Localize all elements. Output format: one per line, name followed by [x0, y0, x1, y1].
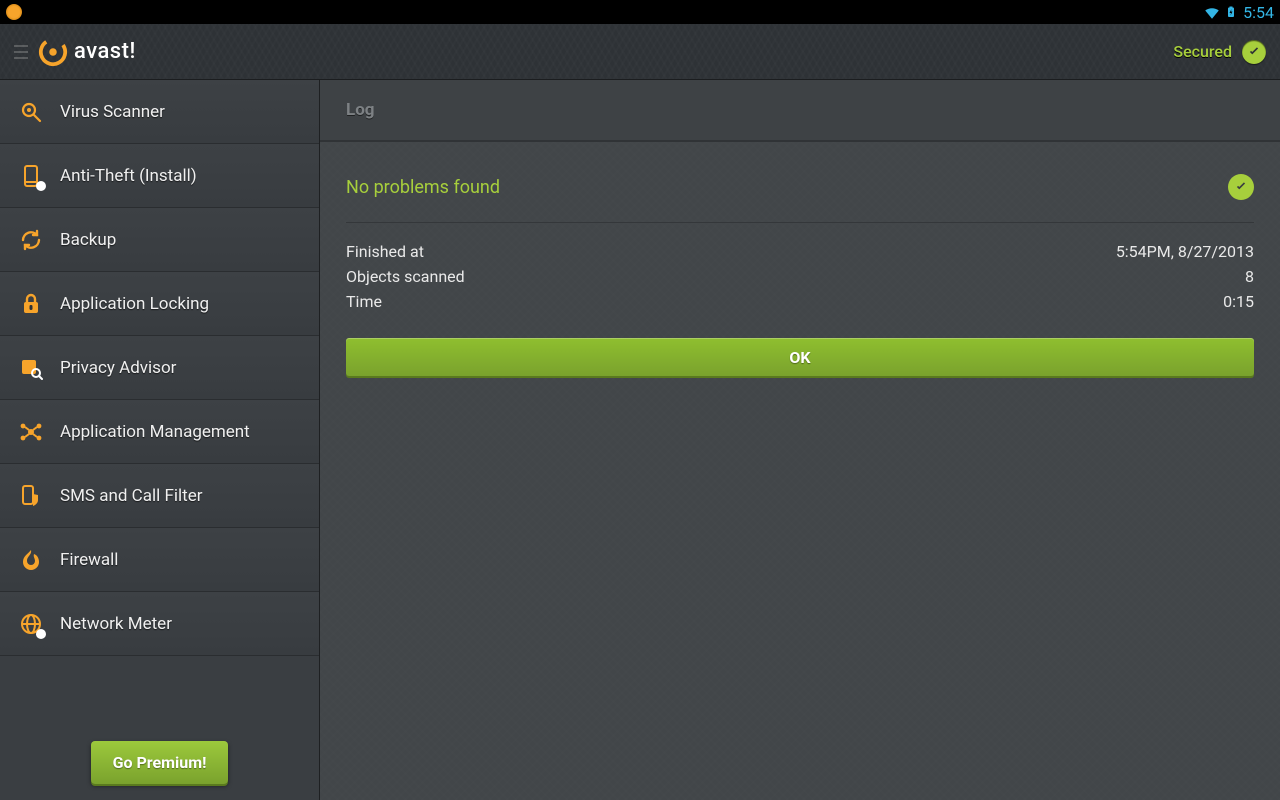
sidebar-item-label: Network Meter: [60, 614, 172, 634]
brand-text: avast!: [74, 39, 136, 64]
sidebar-item-privacy-advisor[interactable]: Privacy Advisor: [0, 336, 319, 400]
detail-objects: Objects scanned 8: [346, 264, 1254, 289]
detail-value: 5:54PM, 8/27/2013: [1116, 242, 1254, 261]
sidebar-item-virus-scanner[interactable]: Virus Scanner: [0, 80, 319, 144]
flame-icon: [18, 547, 44, 573]
brand[interactable]: avast!: [38, 37, 136, 67]
sidebar-item-anti-theft[interactable]: Anti-Theft (Install): [0, 144, 319, 208]
secured-check-icon: [1242, 40, 1266, 64]
sidebar-item-label: Backup: [60, 230, 116, 250]
globe-icon: [18, 611, 44, 637]
sidebar-item-app-locking[interactable]: Application Locking: [0, 272, 319, 336]
avast-notification-icon: [6, 4, 22, 20]
avast-logo-icon: [38, 37, 68, 67]
detail-label: Finished at: [346, 242, 424, 261]
scan-result-row: No problems found: [346, 162, 1254, 223]
phone-shield-icon: [18, 483, 44, 509]
battery-charging-icon: [1225, 3, 1237, 21]
sidebar-item-label: Privacy Advisor: [60, 358, 176, 378]
sidebar-item-sms-call-filter[interactable]: SMS and Call Filter: [0, 464, 319, 528]
detail-label: Time: [346, 292, 382, 311]
detail-value: 8: [1245, 267, 1254, 286]
status-clock: 5:54: [1241, 3, 1274, 22]
sidebar-item-label: Virus Scanner: [60, 102, 165, 122]
sidebar-item-firewall[interactable]: Firewall: [0, 528, 319, 592]
main-panel: Log No problems found Finished at 5:54PM…: [320, 80, 1280, 800]
nodes-icon: [18, 419, 44, 445]
sidebar-item-label: SMS and Call Filter: [60, 486, 202, 506]
android-status-bar: 5:54: [0, 0, 1280, 24]
detail-value: 0:15: [1223, 292, 1254, 311]
phone-prohibit-icon: [18, 163, 44, 189]
ok-button[interactable]: OK: [346, 338, 1254, 376]
privacy-search-icon: [18, 355, 44, 381]
sidebar-item-network-meter[interactable]: Network Meter: [0, 592, 319, 656]
sidebar: Virus Scanner Anti-Theft (Install) Backu…: [0, 80, 320, 800]
detail-time: Time 0:15: [346, 289, 1254, 314]
secured-label: Secured: [1173, 42, 1232, 61]
backup-arrows-icon: [18, 227, 44, 253]
scan-result-text: No problems found: [346, 177, 500, 198]
check-icon: [1228, 174, 1254, 200]
magnifier-shield-icon: [18, 99, 44, 125]
detail-finished: Finished at 5:54PM, 8/27/2013: [346, 239, 1254, 264]
go-premium-button[interactable]: Go Premium!: [91, 741, 229, 784]
app-header: avast! Secured: [0, 24, 1280, 80]
sidebar-item-backup[interactable]: Backup: [0, 208, 319, 272]
sidebar-item-label: Firewall: [60, 550, 118, 570]
menu-icon[interactable]: [14, 45, 28, 59]
sidebar-item-label: Anti-Theft (Install): [60, 166, 197, 186]
lock-icon: [18, 291, 44, 317]
wifi-icon: [1203, 3, 1221, 21]
sidebar-item-label: Application Locking: [60, 294, 209, 314]
detail-label: Objects scanned: [346, 267, 465, 286]
panel-title: Log: [320, 80, 1280, 142]
sidebar-item-app-management[interactable]: Application Management: [0, 400, 319, 464]
sidebar-item-label: Application Management: [60, 422, 250, 442]
